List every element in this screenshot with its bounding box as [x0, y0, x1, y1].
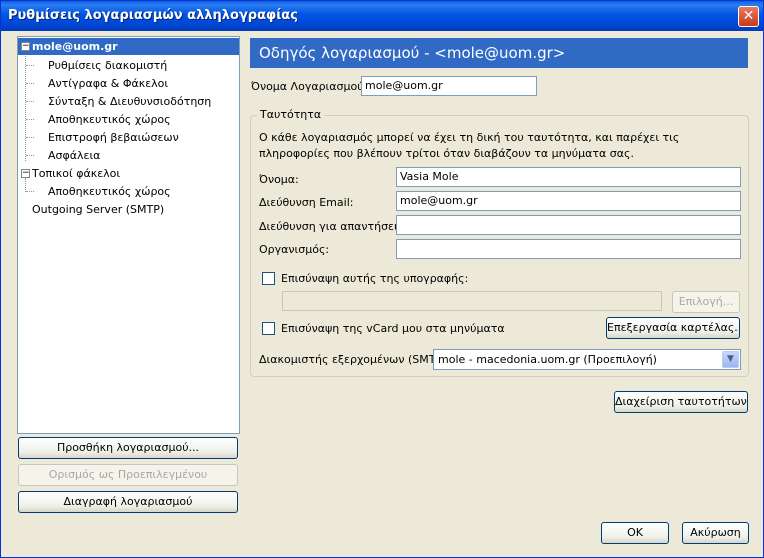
delete-account-button[interactable]: Διαγραφή λογαριασμού — [18, 491, 238, 513]
smtp-selected-value: mole - macedonia.uom.gr (Προεπιλογή) — [438, 353, 657, 366]
window-title: Ρυθμίσεις λογαριασμών αλληλογραφίας — [8, 8, 298, 23]
identity-group-title: Ταυτότητα — [257, 108, 325, 121]
reply-to-input[interactable] — [396, 215, 741, 235]
tree-connector — [26, 191, 34, 192]
organization-label: Οργανισμός: — [259, 243, 330, 256]
tree-item-account[interactable]: − mole@uom.gr — [18, 38, 239, 55]
tree-connector — [26, 155, 34, 156]
choose-signature-button[interactable]: Επιλογή... — [672, 291, 740, 313]
tree-item-outgoing-server[interactable]: Outgoing Server (SMTP) — [32, 201, 164, 218]
identity-description: Ο κάθε λογαριασμός μπορεί να έχει τη δικ… — [259, 131, 680, 160]
smtp-label: Διακομιστής εξερχομένων (SMTP): — [259, 353, 451, 366]
smtp-select[interactable]: mole - macedonia.uom.gr (Προεπιλογή) ▼ — [433, 349, 741, 370]
tree-item-composition[interactable]: Σύνταξη & Διευθυνσιοδότηση — [48, 93, 211, 110]
tree-connector — [26, 101, 34, 102]
collapse-icon[interactable]: − — [21, 169, 30, 178]
tree-connector — [26, 137, 34, 138]
manage-identities-button[interactable]: Διαχείριση ταυτοτήτων... — [614, 391, 748, 413]
set-default-button[interactable]: Ορισμός ως Προεπιλεγμένου — [18, 464, 238, 486]
account-settings-window: Ρυθμίσεις λογαριασμών αλληλογραφίας ✕ − … — [0, 0, 764, 558]
tree-item-label: mole@uom.gr — [32, 40, 118, 53]
tree-item-label: Τοπικοί φάκελοι — [32, 167, 121, 180]
tree-item-server-settings[interactable]: Ρυθμίσεις διακομιστή — [48, 57, 167, 74]
signature-path-input[interactable] — [282, 291, 662, 311]
name-input[interactable]: Vasia Mole — [396, 167, 741, 187]
attach-vcard-label: Επισύναψη της vCard μου στα μηνύματα — [281, 322, 505, 335]
attach-signature-label: Επισύναψη αυτής της υπογραφής: — [281, 272, 469, 285]
collapse-icon[interactable]: − — [21, 42, 30, 51]
account-name-label: Όνομα Λογαριασμού: — [251, 80, 368, 93]
tree-connector — [26, 119, 34, 120]
tree-connector — [26, 65, 34, 66]
tree-item-local-disk-space[interactable]: Αποθηκευτικός χώρος — [48, 183, 171, 200]
account-name-input[interactable]: mole@uom.gr — [361, 76, 537, 96]
reply-to-label: Διεύθυνση για απαντήσεις: — [259, 220, 408, 233]
account-tree[interactable]: − mole@uom.gr Ρυθμίσεις διακομιστή Αντίγ… — [17, 36, 240, 434]
chevron-down-icon[interactable]: ▼ — [722, 351, 739, 368]
name-label: Όνομα: — [259, 173, 299, 186]
panel-banner: Οδηγός λογαριασμού - <mole@uom.gr> — [250, 38, 748, 68]
attach-vcard-checkbox[interactable] — [262, 322, 275, 335]
email-input[interactable]: mole@uom.gr — [396, 191, 741, 211]
add-account-button[interactable]: Προσθήκη λογαριασμού... — [18, 437, 238, 459]
cancel-button[interactable]: Ακύρωση — [682, 522, 749, 544]
tree-connector — [25, 51, 26, 161]
attach-signature-checkbox[interactable] — [262, 272, 275, 285]
tree-item-disk-space[interactable]: Αποθηκευτικός χώρος — [48, 111, 171, 128]
tree-item-return-receipts[interactable]: Επιστροφή βεβαιώσεων — [48, 129, 179, 146]
tree-item-copies-folders[interactable]: Αντίγραφα & Φάκελοι — [48, 75, 168, 92]
close-button[interactable]: ✕ — [738, 6, 759, 27]
tree-item-security[interactable]: Ασφάλεια — [48, 147, 100, 164]
ok-button[interactable]: OK — [601, 522, 669, 544]
edit-card-button[interactable]: Επεξεργασία καρτέλας... — [606, 317, 740, 339]
title-bar[interactable]: Ρυθμίσεις λογαριασμών αλληλογραφίας ✕ — [1, 1, 763, 31]
organization-input[interactable] — [396, 239, 741, 259]
tree-item-local-folders[interactable]: − Τοπικοί φάκελοι — [18, 165, 120, 182]
email-label: Διεύθυνση Email: — [259, 196, 354, 209]
tree-connector — [26, 83, 34, 84]
